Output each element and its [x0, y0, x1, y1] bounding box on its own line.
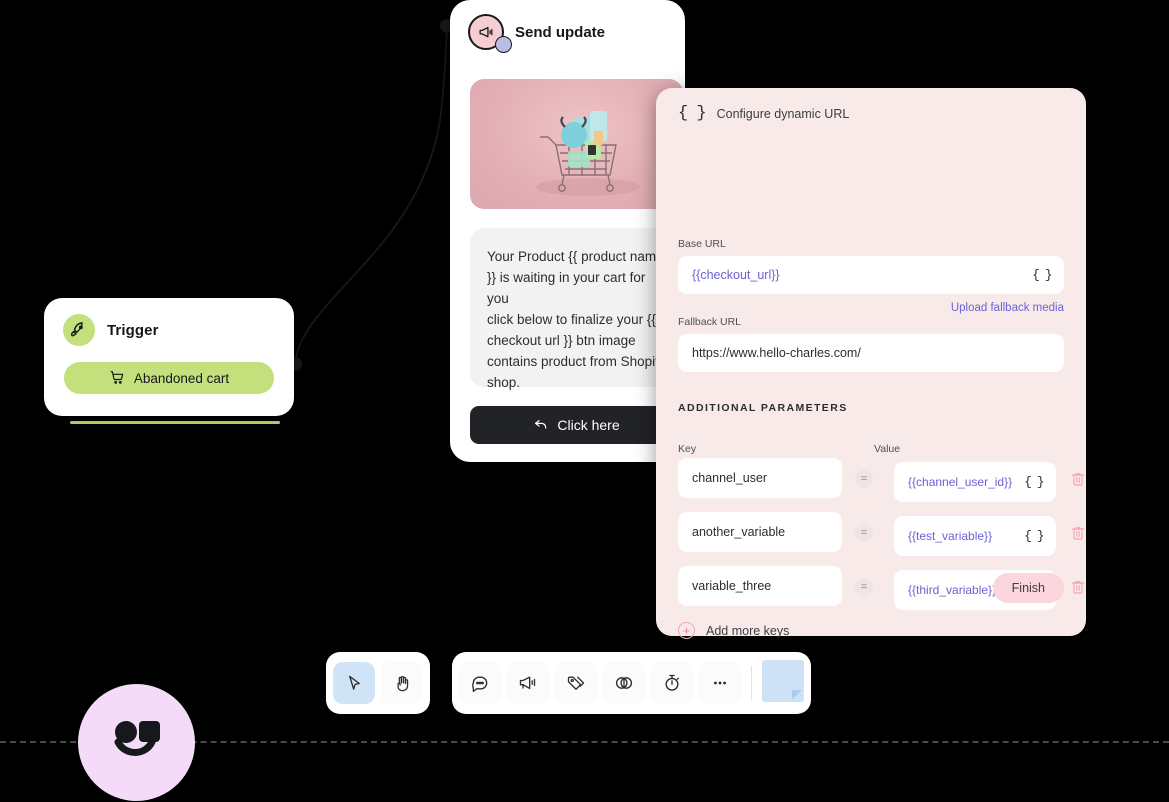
- reply-arrow-icon: [533, 416, 549, 435]
- trigger-header: Trigger: [44, 298, 294, 346]
- equals-badge: =: [855, 578, 873, 596]
- fallback-url-input[interactable]: https://www.hello-charles.com/: [678, 334, 1064, 372]
- plus-circle-icon: +: [678, 622, 695, 639]
- trigger-accent-line: [70, 421, 280, 424]
- parameter-key-value: variable_three: [692, 579, 772, 593]
- megaphone-icon: [468, 14, 512, 53]
- fallback-url-value: https://www.hello-charles.com/: [692, 346, 861, 360]
- message-text: Your Product {{ product name }} is waiti…: [470, 228, 683, 390]
- parameter-value-text: {{channel_user_id}}: [908, 475, 1013, 489]
- tool-timer[interactable]: [651, 662, 693, 704]
- base-url-label: Base URL: [678, 238, 726, 250]
- parameter-key-value: channel_user: [692, 471, 768, 485]
- panel-header: { } Configure dynamic URL: [678, 88, 1064, 123]
- equals-badge: =: [855, 470, 873, 488]
- trigger-node[interactable]: Trigger Abandoned cart: [44, 298, 294, 416]
- parameter-key-input[interactable]: another_variable: [678, 512, 842, 552]
- add-more-keys-label: Add more keys: [706, 623, 790, 638]
- upload-fallback-media-link[interactable]: Upload fallback media: [951, 302, 1064, 314]
- trigger-title: Trigger: [107, 321, 159, 339]
- status-dot: [495, 36, 512, 53]
- fallback-url-group: Upload fallback media Fallback URL https…: [678, 302, 1064, 372]
- rocket-icon: [63, 314, 95, 346]
- configure-dynamic-url-panel: { } Configure dynamic URL Base URL {{che…: [656, 88, 1086, 639]
- message-cta-label: Click here: [557, 417, 620, 433]
- value-column-header: Value: [874, 443, 901, 455]
- base-url-value: {{checkout_url}}: [692, 268, 780, 282]
- product-image: [470, 79, 683, 209]
- tool-chat-bubble[interactable]: [459, 662, 501, 704]
- canvas: Trigger Abandoned cart Send update Your …: [0, 0, 1169, 802]
- toolbar-nodes: [452, 652, 811, 714]
- message-cta-button[interactable]: Click here: [470, 406, 683, 444]
- tool-tag[interactable]: [555, 662, 597, 704]
- trash-icon[interactable]: [1070, 470, 1086, 488]
- tool-megaphone[interactable]: [507, 662, 549, 704]
- parameter-curly-braces-icon[interactable]: { }: [1024, 529, 1044, 544]
- base-url-curly-braces-icon[interactable]: { }: [1032, 268, 1052, 283]
- finish-button[interactable]: Finish: [992, 573, 1064, 603]
- add-more-keys-button[interactable]: + Add more keys: [678, 622, 789, 639]
- base-url-input[interactable]: {{checkout_url}} { }: [678, 256, 1064, 294]
- send-update-header: Send update: [450, 0, 685, 53]
- tool-more-options[interactable]: [699, 662, 741, 704]
- tool-pan-hand[interactable]: [381, 662, 423, 704]
- curly-braces-icon: { }: [678, 104, 707, 123]
- toolbar-divider: [751, 666, 752, 700]
- additional-parameters-title: ADDITIONAL PARAMETERS: [678, 402, 848, 414]
- parameter-value-text: {{test_variable}}: [908, 529, 993, 543]
- panel-title: Configure dynamic URL: [716, 106, 850, 121]
- parameter-value-input[interactable]: {{test_variable}} { }: [894, 516, 1056, 556]
- parameter-key-value: another_variable: [692, 525, 786, 539]
- base-url-group: Base URL {{checkout_url}} { }: [678, 238, 1064, 294]
- trigger-event-pill[interactable]: Abandoned cart: [64, 362, 274, 394]
- shopping-cart-icon: [109, 369, 125, 388]
- charles-logo: [78, 684, 195, 801]
- parameters-column-headers: Key Value: [678, 443, 1064, 455]
- tool-select-cursor[interactable]: [333, 662, 375, 704]
- tool-ab-split[interactable]: [603, 662, 645, 704]
- send-update-node[interactable]: Send update Your Product {{product name…: [450, 0, 685, 462]
- trash-icon[interactable]: [1070, 524, 1086, 542]
- trigger-event-label: Abandoned cart: [133, 370, 230, 386]
- parameter-curly-braces-icon[interactable]: { }: [1024, 475, 1044, 490]
- parameter-key-input[interactable]: channel_user: [678, 458, 842, 498]
- parameter-value-text: {{third_variable}}: [908, 583, 997, 597]
- parameter-row: channel_user = {{channel_user_id}} { }: [678, 458, 1086, 512]
- parameter-row: another_variable = {{test_variable}} { }: [678, 512, 1086, 566]
- key-column-header: Key: [678, 443, 697, 455]
- send-update-title: Send update: [515, 23, 606, 41]
- fallback-url-label: Fallback URL: [678, 316, 742, 328]
- toolbar-mode: [326, 652, 430, 714]
- tool-sticky-note[interactable]: [762, 659, 804, 707]
- parameter-value-input[interactable]: {{channel_user_id}} { }: [894, 462, 1056, 502]
- equals-badge: =: [855, 524, 873, 542]
- parameter-key-input[interactable]: variable_three: [678, 566, 842, 606]
- trash-icon[interactable]: [1070, 578, 1086, 596]
